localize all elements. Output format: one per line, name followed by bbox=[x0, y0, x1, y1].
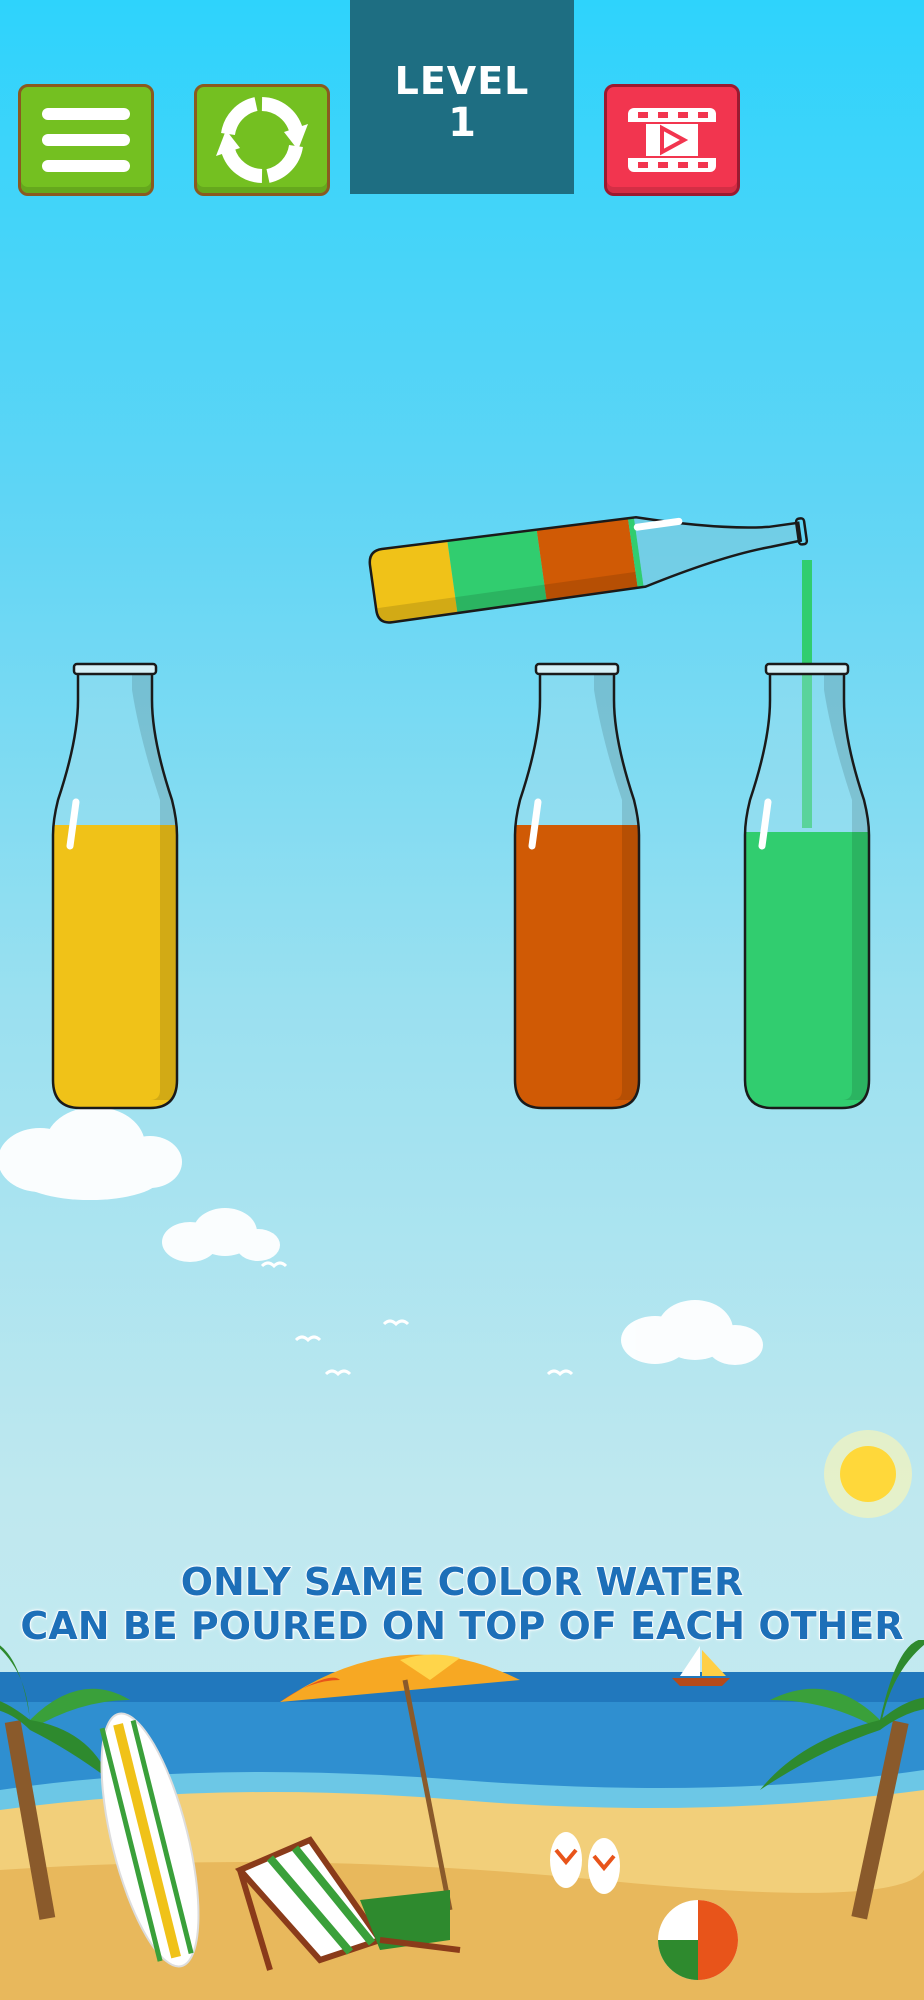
beach-scene bbox=[0, 1640, 924, 2000]
bottle-orange[interactable] bbox=[512, 660, 642, 1110]
tilted-layer-yellow bbox=[367, 519, 460, 625]
hint-line-2: CAN BE POURED ON TOP OF EACH OTHER bbox=[20, 1603, 905, 1649]
hint-line-1: ONLY SAME COLOR WATER bbox=[180, 1559, 744, 1605]
bottle-yellow[interactable] bbox=[50, 660, 180, 1110]
tilted-bottle[interactable] bbox=[360, 440, 820, 650]
bottle-green[interactable] bbox=[742, 660, 872, 1110]
